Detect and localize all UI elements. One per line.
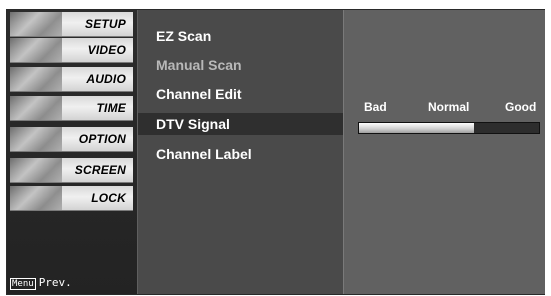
video-thumbnail	[10, 38, 62, 62]
option-dtv-signal[interactable]: DTV Signal	[138, 113, 343, 135]
category-option[interactable]: OPTION	[10, 127, 133, 152]
signal-strength-fill	[359, 123, 475, 133]
category-label: SETUP	[84, 17, 126, 31]
category-label: AUDIO	[86, 72, 126, 86]
option-list: EZ Scan Manual Scan Channel Edit DTV Sig…	[137, 10, 343, 294]
category-label: TIME	[96, 101, 126, 115]
signal-label-good: Good	[505, 100, 537, 114]
time-thumbnail	[10, 96, 62, 120]
category-lock[interactable]: LOCK	[10, 186, 133, 211]
category-label: LOCK	[91, 191, 126, 205]
option-channel-edit[interactable]: Channel Edit	[138, 83, 343, 105]
category-label: VIDEO	[87, 43, 126, 57]
category-audio[interactable]: AUDIO	[10, 67, 133, 92]
category-screen[interactable]: SCREEN	[10, 158, 133, 183]
category-video[interactable]: VIDEO	[10, 38, 133, 63]
signal-label-normal: Normal	[428, 100, 470, 114]
option-thumbnail	[10, 127, 62, 151]
tv-menu-window: SETUP VIDEO AUDIO TIME OPTION SCREEN LOC…	[7, 10, 545, 294]
category-label: SCREEN	[74, 163, 126, 177]
category-time[interactable]: TIME	[10, 96, 133, 121]
category-setup[interactable]: SETUP	[10, 12, 133, 37]
category-label: OPTION	[78, 132, 126, 146]
setup-thumbnail	[10, 12, 62, 36]
signal-panel: Bad Normal Good	[343, 10, 545, 294]
lock-thumbnail	[10, 186, 62, 210]
option-channel-label[interactable]: Channel Label	[138, 143, 343, 165]
option-manual-scan[interactable]: Manual Scan	[138, 54, 343, 76]
prev-hint: Menu Prev.	[10, 276, 72, 290]
category-sidebar: SETUP VIDEO AUDIO TIME OPTION SCREEN LOC…	[7, 10, 137, 294]
signal-scale-labels: Bad Normal Good	[359, 100, 539, 114]
prev-hint-text: Prev.	[38, 276, 72, 289]
option-ez-scan[interactable]: EZ Scan	[138, 25, 343, 47]
signal-label-bad: Bad	[364, 100, 387, 114]
menu-key-icon: Menu	[10, 278, 36, 290]
screen-thumbnail	[10, 158, 62, 182]
signal-strength-bar	[358, 122, 540, 134]
audio-thumbnail	[10, 67, 62, 91]
